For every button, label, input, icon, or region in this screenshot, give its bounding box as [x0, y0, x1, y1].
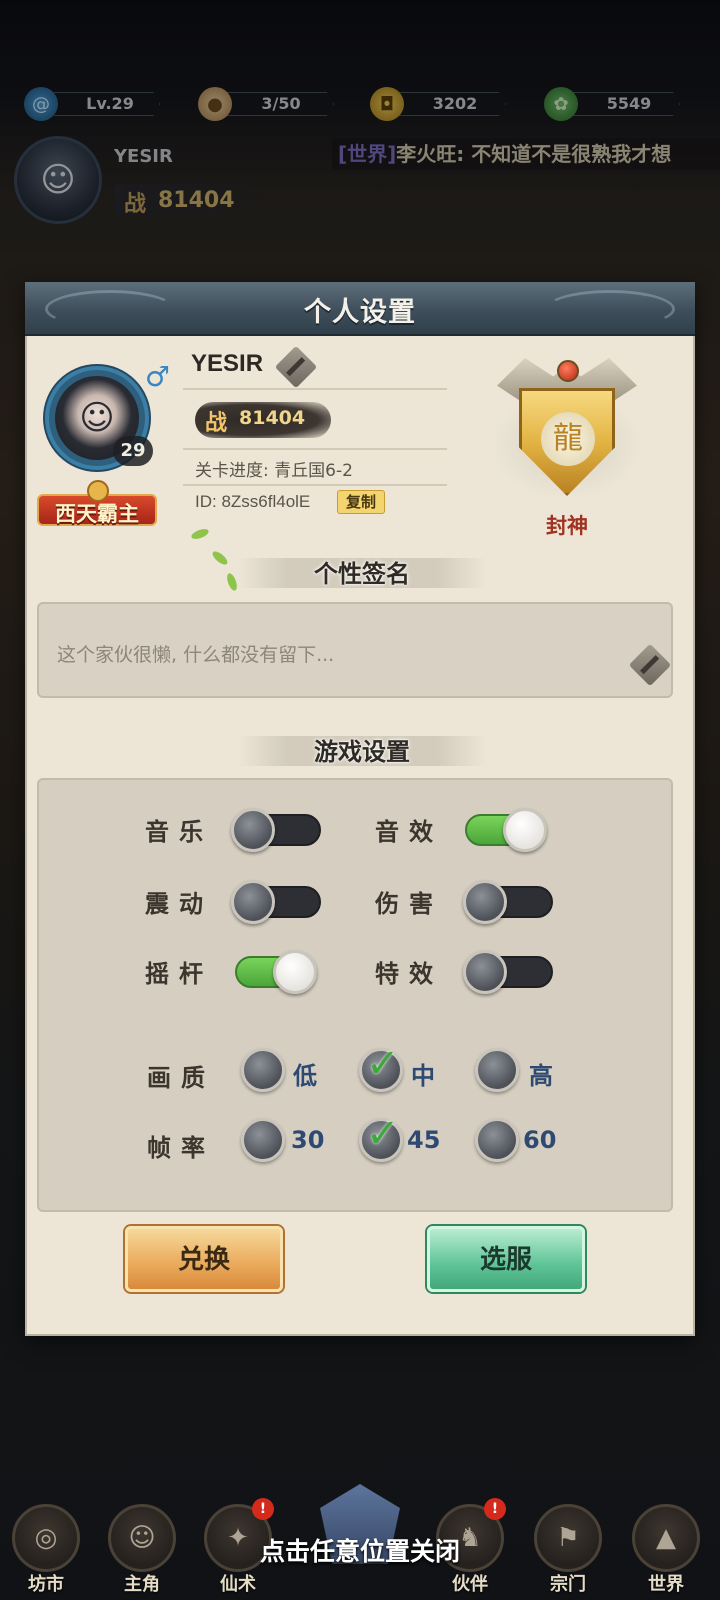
rank-label: 封神: [546, 514, 588, 538]
rank-emblem[interactable]: 龍: [491, 350, 643, 500]
check-icon: ✓: [366, 1041, 400, 1087]
personal-settings-dialog: 个人设置 ☺ ♂ 29 西天霸主 YESIR 战 81404 关卡进度: 青丘国…: [25, 282, 695, 1336]
leaf-text: 5549: [606, 94, 652, 113]
hud-power-label: 战: [124, 192, 147, 217]
toggle-knob: [463, 880, 507, 924]
notification-badge: !: [484, 1498, 506, 1520]
profile-level-badge: 29: [113, 436, 153, 466]
coin-text: 3202: [432, 94, 478, 113]
top-resource-bar: @ Lv.29 ● 3/50 ◘ 3202 ✿ 5549: [0, 86, 720, 122]
check-icon: ✓: [366, 1111, 400, 1157]
toggle-knob: [503, 808, 547, 852]
level-text: Lv.29: [86, 94, 134, 113]
profile-name: YESIR: [191, 350, 264, 377]
framerate-45-radio[interactable]: ✓: [359, 1111, 403, 1162]
toggle-knob: [463, 950, 507, 994]
toggle-knob: [231, 880, 275, 924]
game-settings-heading-text: 游戏设置: [314, 738, 410, 766]
leaf-currency-icon: ✿: [544, 87, 578, 121]
nav-world-label: 世界: [648, 1574, 684, 1595]
toggle-knob: [273, 950, 317, 994]
quality-low-label: 低: [293, 1062, 317, 1090]
dialog-header: 个人设置: [25, 282, 695, 336]
world-chat-ticker[interactable]: [世界]李火旺: 不知道不是很熟我才想: [332, 138, 720, 170]
sfx-label: 音效: [375, 818, 443, 846]
framerate-30-label: 30: [291, 1126, 325, 1154]
nav-partner-label: 伙伴: [452, 1574, 488, 1595]
effects-toggle[interactable]: [463, 950, 553, 994]
toggle-knob: [231, 808, 275, 852]
player-id: ID: 8Zss6fl4olE: [195, 492, 311, 511]
profile-power-label: 战: [205, 411, 228, 436]
select-server-button[interactable]: 选服: [427, 1226, 585, 1292]
hud-power: 战 81404: [114, 184, 274, 217]
framerate-45-label: 45: [407, 1126, 441, 1154]
quality-label: 画质: [147, 1064, 215, 1092]
emblem-gem: [557, 360, 579, 382]
coin-icon: ◘: [370, 87, 404, 121]
world-chat-message: 李火旺: 不知道不是很熟我才想: [396, 142, 672, 166]
dialog-title: 个人设置: [304, 297, 416, 328]
profile-power-value: 81404: [239, 407, 306, 429]
hud-avatar[interactable]: ☺: [14, 136, 102, 224]
leaf-decoration: [210, 549, 230, 567]
quality-medium-label: 中: [411, 1062, 435, 1090]
damage-toggle[interactable]: [463, 880, 553, 924]
sfx-toggle[interactable]: [465, 808, 547, 852]
framerate-30-radio[interactable]: [241, 1118, 285, 1162]
game-settings-panel: 音乐 音效 震动 伤害 摇杆 特效 画质 低 ✓ 中 高 帧率 30 ✓ 45 …: [37, 778, 673, 1212]
vibration-toggle[interactable]: [231, 880, 321, 924]
framerate-60-radio[interactable]: [475, 1118, 519, 1162]
joystick-label: 摇杆: [145, 960, 213, 988]
edit-name-pencil-icon[interactable]: [274, 345, 318, 389]
notification-badge: !: [252, 1498, 274, 1520]
quality-high-label: 高: [529, 1062, 553, 1090]
divider: [183, 484, 447, 486]
hud-power-value: 81404: [158, 188, 235, 213]
leaf-decoration: [190, 527, 210, 541]
swirl-icon: @: [24, 87, 58, 121]
nav-sect-label: 宗门: [550, 1574, 586, 1595]
title-badge[interactable]: 西天霸主: [37, 480, 157, 528]
exchange-button[interactable]: 兑换: [125, 1226, 283, 1292]
hud-player-card: ☺ YESIR 战 81404: [10, 132, 290, 228]
joystick-toggle[interactable]: [235, 950, 317, 994]
quality-high-radio[interactable]: [475, 1048, 519, 1092]
signature-box[interactable]: 这个家伙很懒, 什么都没有留下...: [37, 602, 673, 698]
game-settings-heading: 游戏设置: [237, 732, 487, 768]
quality-low-radio[interactable]: [241, 1048, 285, 1092]
bun-icon: ●: [198, 87, 232, 121]
world-chat-tag: [世界]: [338, 142, 397, 166]
stage-progress: 关卡进度: 青丘国6-2: [195, 461, 353, 481]
framerate-label: 帧率: [147, 1134, 215, 1162]
profile-power: 战 81404: [195, 402, 331, 438]
effects-label: 特效: [375, 960, 443, 988]
divider: [183, 448, 447, 450]
nav-market-label: 坊市: [28, 1574, 64, 1595]
dragon-icon: 龍: [541, 412, 595, 466]
quality-medium-radio[interactable]: ✓: [359, 1041, 403, 1092]
vibration-label: 震动: [145, 890, 213, 918]
signature-heading-text: 个性签名: [314, 560, 410, 588]
hud-player-name: YESIR: [114, 146, 173, 167]
nav-skills-label: 仙术: [220, 1574, 256, 1595]
divider: [183, 388, 447, 390]
music-label: 音乐: [145, 818, 213, 846]
edit-signature-pencil-icon[interactable]: [628, 643, 672, 687]
music-toggle[interactable]: [231, 808, 321, 852]
damage-label: 伤害: [375, 890, 443, 918]
copy-id-button[interactable]: 复制: [337, 490, 385, 514]
signature-text: 这个家伙很懒, 什么都没有留下...: [57, 644, 335, 666]
signature-heading: 个性签名: [237, 554, 487, 590]
title-badge-text: 西天霸主: [55, 502, 139, 526]
stamina-text: 3/50: [261, 94, 301, 113]
framerate-60-label: 60: [523, 1126, 557, 1154]
close-hint[interactable]: 点击任意位置关闭: [0, 1532, 720, 1568]
male-gender-icon: ♂: [145, 360, 171, 393]
nav-hero-label: 主角: [124, 1574, 160, 1595]
